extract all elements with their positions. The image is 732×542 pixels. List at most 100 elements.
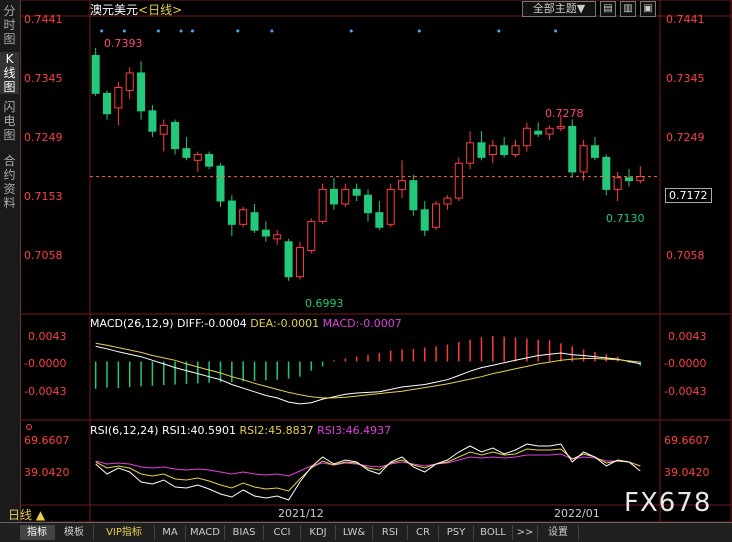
candle-body <box>295 247 304 278</box>
candle-body <box>409 180 418 211</box>
date-label: 2021/12 <box>278 507 324 520</box>
macd-axis-label-right: 0.0043 <box>668 330 707 343</box>
price-axis-label-right: 0.7345 <box>666 72 705 85</box>
tab-kline[interactable]: K线图 <box>0 52 19 94</box>
date-label: 2022/01 <box>554 507 600 520</box>
candle-body <box>443 197 452 205</box>
tab-kdj[interactable]: KDJ <box>301 525 336 540</box>
tab-cr[interactable]: CR <box>408 525 439 540</box>
macd-axis-label: -0.0000 <box>24 357 67 370</box>
tab-psy[interactable]: PSY <box>439 525 474 540</box>
period-indicator: <日线> <box>138 3 183 17</box>
rsi1-line <box>95 443 641 501</box>
macd-axis-label-right: -0.0000 <box>664 357 707 370</box>
tab-template[interactable]: 模板 <box>55 525 94 540</box>
candle-body <box>500 145 509 155</box>
tab-settings[interactable]: 设置 <box>538 525 579 540</box>
rsi1-value: RSI1:40.5901 <box>161 424 237 437</box>
candle-body <box>171 121 180 150</box>
price-axis-label-right: 0.7249 <box>666 131 705 144</box>
event-marker-icon <box>179 29 183 33</box>
candle-body <box>477 142 486 158</box>
tab-intraday[interactable]: 分时图 <box>0 4 19 46</box>
candle-body <box>398 180 407 190</box>
rsi-settings-icon <box>26 424 32 430</box>
candle-body <box>590 145 599 158</box>
tab-bias[interactable]: BIAS <box>225 525 264 540</box>
candle-body <box>511 145 520 155</box>
candle-body <box>318 188 327 222</box>
candle-body <box>420 209 429 231</box>
rsi3-line <box>95 453 641 477</box>
candle-body <box>216 165 225 202</box>
tab-ma[interactable]: MA <box>155 525 186 540</box>
macd-header: MACD(26,12,9) DIFF:-0.0004 DEA:-0.0001 M… <box>90 317 402 330</box>
candle-body <box>432 203 441 228</box>
tab-boll[interactable]: BOLL <box>474 525 513 540</box>
chart-header: 澳元美元<日线> <box>90 1 182 18</box>
price-axis-label: 0.7153 <box>24 190 63 203</box>
theme-selector-button[interactable]: 全部主题▼ <box>522 1 596 17</box>
tab-lw[interactable]: LW& <box>336 525 373 540</box>
candle-body <box>352 188 361 196</box>
instrument-name: 澳元美元 <box>90 3 139 17</box>
current-price-tag: 0.7172 <box>665 188 712 203</box>
candle-body <box>466 142 475 164</box>
tab-rsi[interactable]: RSI <box>373 525 408 540</box>
candle-body <box>103 92 112 115</box>
rsi-header: RSI(6,12,24) RSI1:40.5901 RSI2:45.8837 R… <box>90 424 391 437</box>
candle-body <box>522 127 531 147</box>
layout-icon[interactable]: ▤ <box>600 1 616 17</box>
price-axis-label: 0.7249 <box>24 131 63 144</box>
maximize-icon[interactable]: ▣ <box>640 1 656 17</box>
candle-body <box>114 87 123 109</box>
rsi2-value: RSI2:45.8837 <box>239 424 314 437</box>
low-annotation: 0.7130 <box>606 212 645 225</box>
macd-axis-label: -0.0043 <box>24 385 67 398</box>
high-annotation: 0.7278 <box>545 107 584 120</box>
split-icon[interactable]: ▥ <box>620 1 636 17</box>
tab-vip-indicator[interactable]: VIP指标 <box>94 525 155 540</box>
tab-indicator[interactable]: 指标 <box>20 525 55 540</box>
macd-axis-label: 0.0043 <box>28 330 67 343</box>
candle-body <box>227 200 236 225</box>
candle-body <box>375 212 384 228</box>
event-marker-icon <box>497 29 501 33</box>
candle-body <box>239 209 248 225</box>
candle-body <box>137 72 146 112</box>
tab-macd[interactable]: MACD <box>186 525 225 540</box>
period-selector[interactable]: 日线 ▲ <box>8 506 45 523</box>
price-axis-label: 0.7441 <box>24 13 63 26</box>
candle-body <box>261 229 270 237</box>
candle-body <box>386 188 395 225</box>
tab-lightning[interactable]: 闪电图 <box>0 100 19 142</box>
event-marker-icon <box>156 29 160 33</box>
candle-body <box>568 126 577 173</box>
macd-dea: DEA:-0.0001 <box>250 317 320 330</box>
candle-body <box>148 110 157 132</box>
tab-more[interactable]: >> <box>513 525 538 540</box>
left-sidebar: 分时图 K线图 闪电图 合约资料 <box>0 0 21 522</box>
macd-diff: DIFF:-0.0004 <box>177 317 247 330</box>
rsi-title: RSI(6,12,24) <box>90 424 159 437</box>
candle-body <box>250 212 259 231</box>
candle-body <box>193 153 202 161</box>
candle-body <box>624 177 633 182</box>
candle-body <box>125 72 134 91</box>
candle-body <box>488 145 497 155</box>
candle-body <box>545 127 554 135</box>
candle-body <box>556 126 565 129</box>
candle-body <box>284 241 293 278</box>
event-marker-icon <box>190 29 194 33</box>
event-marker-icon <box>554 29 558 33</box>
price-axis-label-right: 0.7441 <box>666 13 705 26</box>
price-axis-label: 0.7345 <box>24 72 63 85</box>
candle-body <box>205 153 214 167</box>
candle-body <box>159 124 168 135</box>
tab-contract-info[interactable]: 合约资料 <box>0 154 19 210</box>
candle-body <box>341 188 350 205</box>
chart-canvas[interactable] <box>20 0 732 522</box>
tab-cci[interactable]: CCI <box>264 525 301 540</box>
candle-body <box>602 156 611 190</box>
rsi-axis-label: 69.6607 <box>24 434 70 447</box>
